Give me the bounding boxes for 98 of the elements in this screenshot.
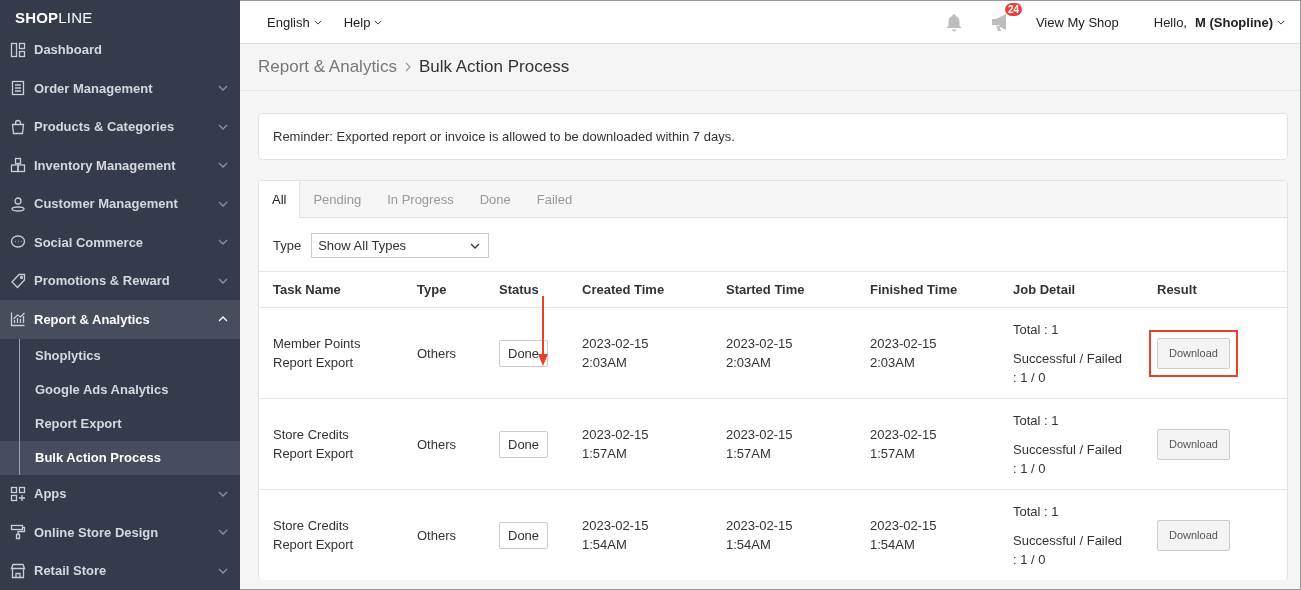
download-button[interactable]: Download xyxy=(1157,337,1230,369)
type-select[interactable]: Show All Types xyxy=(311,233,490,258)
column-header: Job Detail xyxy=(1013,282,1077,297)
job-total: Total : 1 xyxy=(1013,320,1060,339)
sidebar-subitem[interactable]: Shoplytics xyxy=(0,338,240,373)
table-cell-text: 2023-02-15 1:54AM xyxy=(726,517,794,554)
caret-icon xyxy=(1277,19,1285,25)
sidebar-item[interactable]: Customer Management xyxy=(0,184,240,224)
table-cell-text: 2023-02-15 1:57AM xyxy=(726,426,794,463)
view-shop-link[interactable]: View My Shop xyxy=(1035,14,1119,30)
breadcrumb-link[interactable]: Report & Analytics xyxy=(258,57,397,77)
sidebar-item[interactable]: Promotions & Reward xyxy=(0,261,240,301)
table-cell-text: 2023-02-15 1:54AM xyxy=(870,517,938,554)
sidebar-item-label: Apps xyxy=(34,486,68,502)
sidebar-item[interactable]: Inventory Management xyxy=(0,146,240,185)
apps-icon xyxy=(10,485,26,502)
table-cell-text: Others xyxy=(417,344,457,363)
reminder-notice: Reminder: Exported report or invoice is allowed to be downloaded within 7 days. xyxy=(258,113,1288,160)
sidebar-item-label: Report & Analytics xyxy=(34,311,151,327)
column-header: Status xyxy=(499,282,540,297)
sidebar-item-label: Retail Store xyxy=(34,563,108,579)
filter-label: Type xyxy=(273,238,302,253)
table-cell-text: 2023-02-15 2:03AM xyxy=(870,335,938,372)
sidebar-item[interactable]: Dashboard xyxy=(0,30,240,70)
chevron-icon xyxy=(218,85,228,92)
logo: SHOPLINE xyxy=(14,8,94,28)
table-cell-text: 2023-02-15 2:03AM xyxy=(726,335,794,372)
boxes-icon xyxy=(10,157,26,174)
table-cell-text: Store Credits Report Export xyxy=(273,426,355,463)
person-icon xyxy=(10,195,26,212)
sidebar-item-label: Inventory Management xyxy=(34,157,177,173)
paint-roller-icon xyxy=(10,524,26,541)
sidebar-item[interactable]: Apps xyxy=(0,474,240,514)
caret-icon xyxy=(470,242,481,249)
table-cell-text: Others xyxy=(417,435,457,454)
sidebar-item-label: Products & Categories xyxy=(34,119,176,135)
dashboard-icon xyxy=(10,41,26,58)
table-cell-text: Others xyxy=(417,526,457,545)
sidebar-subitem[interactable]: Bulk Action Process xyxy=(0,440,240,475)
sidebar-item-label: Order Management xyxy=(34,80,154,96)
job-total: Total : 1 xyxy=(1013,502,1060,521)
page-title: Bulk Action Process xyxy=(418,57,570,77)
sidebar-item-label: Social Commerce xyxy=(34,234,145,250)
sidebar-subitem[interactable]: Google Ads Analytics xyxy=(0,372,240,407)
sidebar-item[interactable]: Online Store Design xyxy=(0,513,240,552)
chevron-icon xyxy=(218,123,228,130)
sidebar-item-label: Promotions & Reward xyxy=(34,273,171,289)
table-cell-text: 2023-02-15 2:03AM xyxy=(582,335,650,372)
column-header: Task Name xyxy=(273,282,342,297)
sidebar-item[interactable]: Order Management xyxy=(0,69,240,108)
bag-icon xyxy=(10,118,26,135)
download-button[interactable]: Download xyxy=(1157,519,1230,551)
sidebar-item-label: Online Store Design xyxy=(34,524,160,540)
chevron-icon xyxy=(218,490,228,497)
job-result: Successful / Failed : 1 / 0 xyxy=(1013,440,1124,478)
tab[interactable]: All xyxy=(259,181,301,218)
job-result: Successful / Failed : 1 / 0 xyxy=(1013,349,1124,387)
chevron-icon xyxy=(218,239,228,246)
store-icon xyxy=(10,562,26,579)
job-result: Successful / Failed : 1 / 0 xyxy=(1013,531,1124,569)
caret-icon xyxy=(313,19,322,25)
table-cell-text: 2023-02-15 1:57AM xyxy=(582,426,650,463)
document-icon xyxy=(10,80,26,97)
chevron-icon xyxy=(218,162,228,169)
sidebar-item[interactable]: Social Commerce xyxy=(0,223,240,262)
chevron-icon xyxy=(218,277,228,284)
column-header: Started Time xyxy=(726,282,806,297)
table-cell-text: 2023-02-15 1:54AM xyxy=(582,517,650,554)
download-button[interactable]: Download xyxy=(1157,428,1230,460)
top-menu[interactable]: Help xyxy=(336,14,390,30)
sidebar-item[interactable]: Report & Analytics xyxy=(0,300,240,339)
top-menu[interactable]: English xyxy=(260,14,329,30)
sidebar-subitem[interactable]: Report Export xyxy=(0,406,240,441)
table-cell-text: Store Credits Report Export xyxy=(273,517,355,554)
status-label: Done xyxy=(499,430,549,458)
user-menu[interactable]: Hello, M (Shopline) xyxy=(1146,14,1292,30)
table-cell-text: 2023-02-15 1:57AM xyxy=(870,426,938,463)
tag-icon xyxy=(10,272,26,289)
chevron-icon xyxy=(218,567,228,574)
chevron-icon xyxy=(404,62,411,72)
job-total: Total : 1 xyxy=(1013,411,1060,430)
chat-icon xyxy=(10,234,26,251)
column-header: Created Time xyxy=(582,282,666,297)
table-cell-text: Member Points Report Export xyxy=(273,335,362,372)
chevron-icon xyxy=(218,316,228,323)
column-header: Result xyxy=(1157,282,1198,297)
chevron-icon xyxy=(218,200,228,207)
chart-icon xyxy=(10,311,26,328)
column-header: Finished Time xyxy=(870,282,959,297)
sidebar-item[interactable]: Products & Categories xyxy=(0,107,240,147)
caret-icon xyxy=(374,19,383,25)
sidebar-item[interactable]: Retail Store xyxy=(0,551,240,590)
status-label: Done xyxy=(499,521,549,549)
sidebar-item-label: Customer Management xyxy=(34,196,179,212)
notification-badge: 24 xyxy=(1004,3,1022,16)
sidebar-item-label: Dashboard xyxy=(34,42,103,58)
chevron-icon xyxy=(218,529,228,536)
column-header: Type xyxy=(417,282,448,297)
